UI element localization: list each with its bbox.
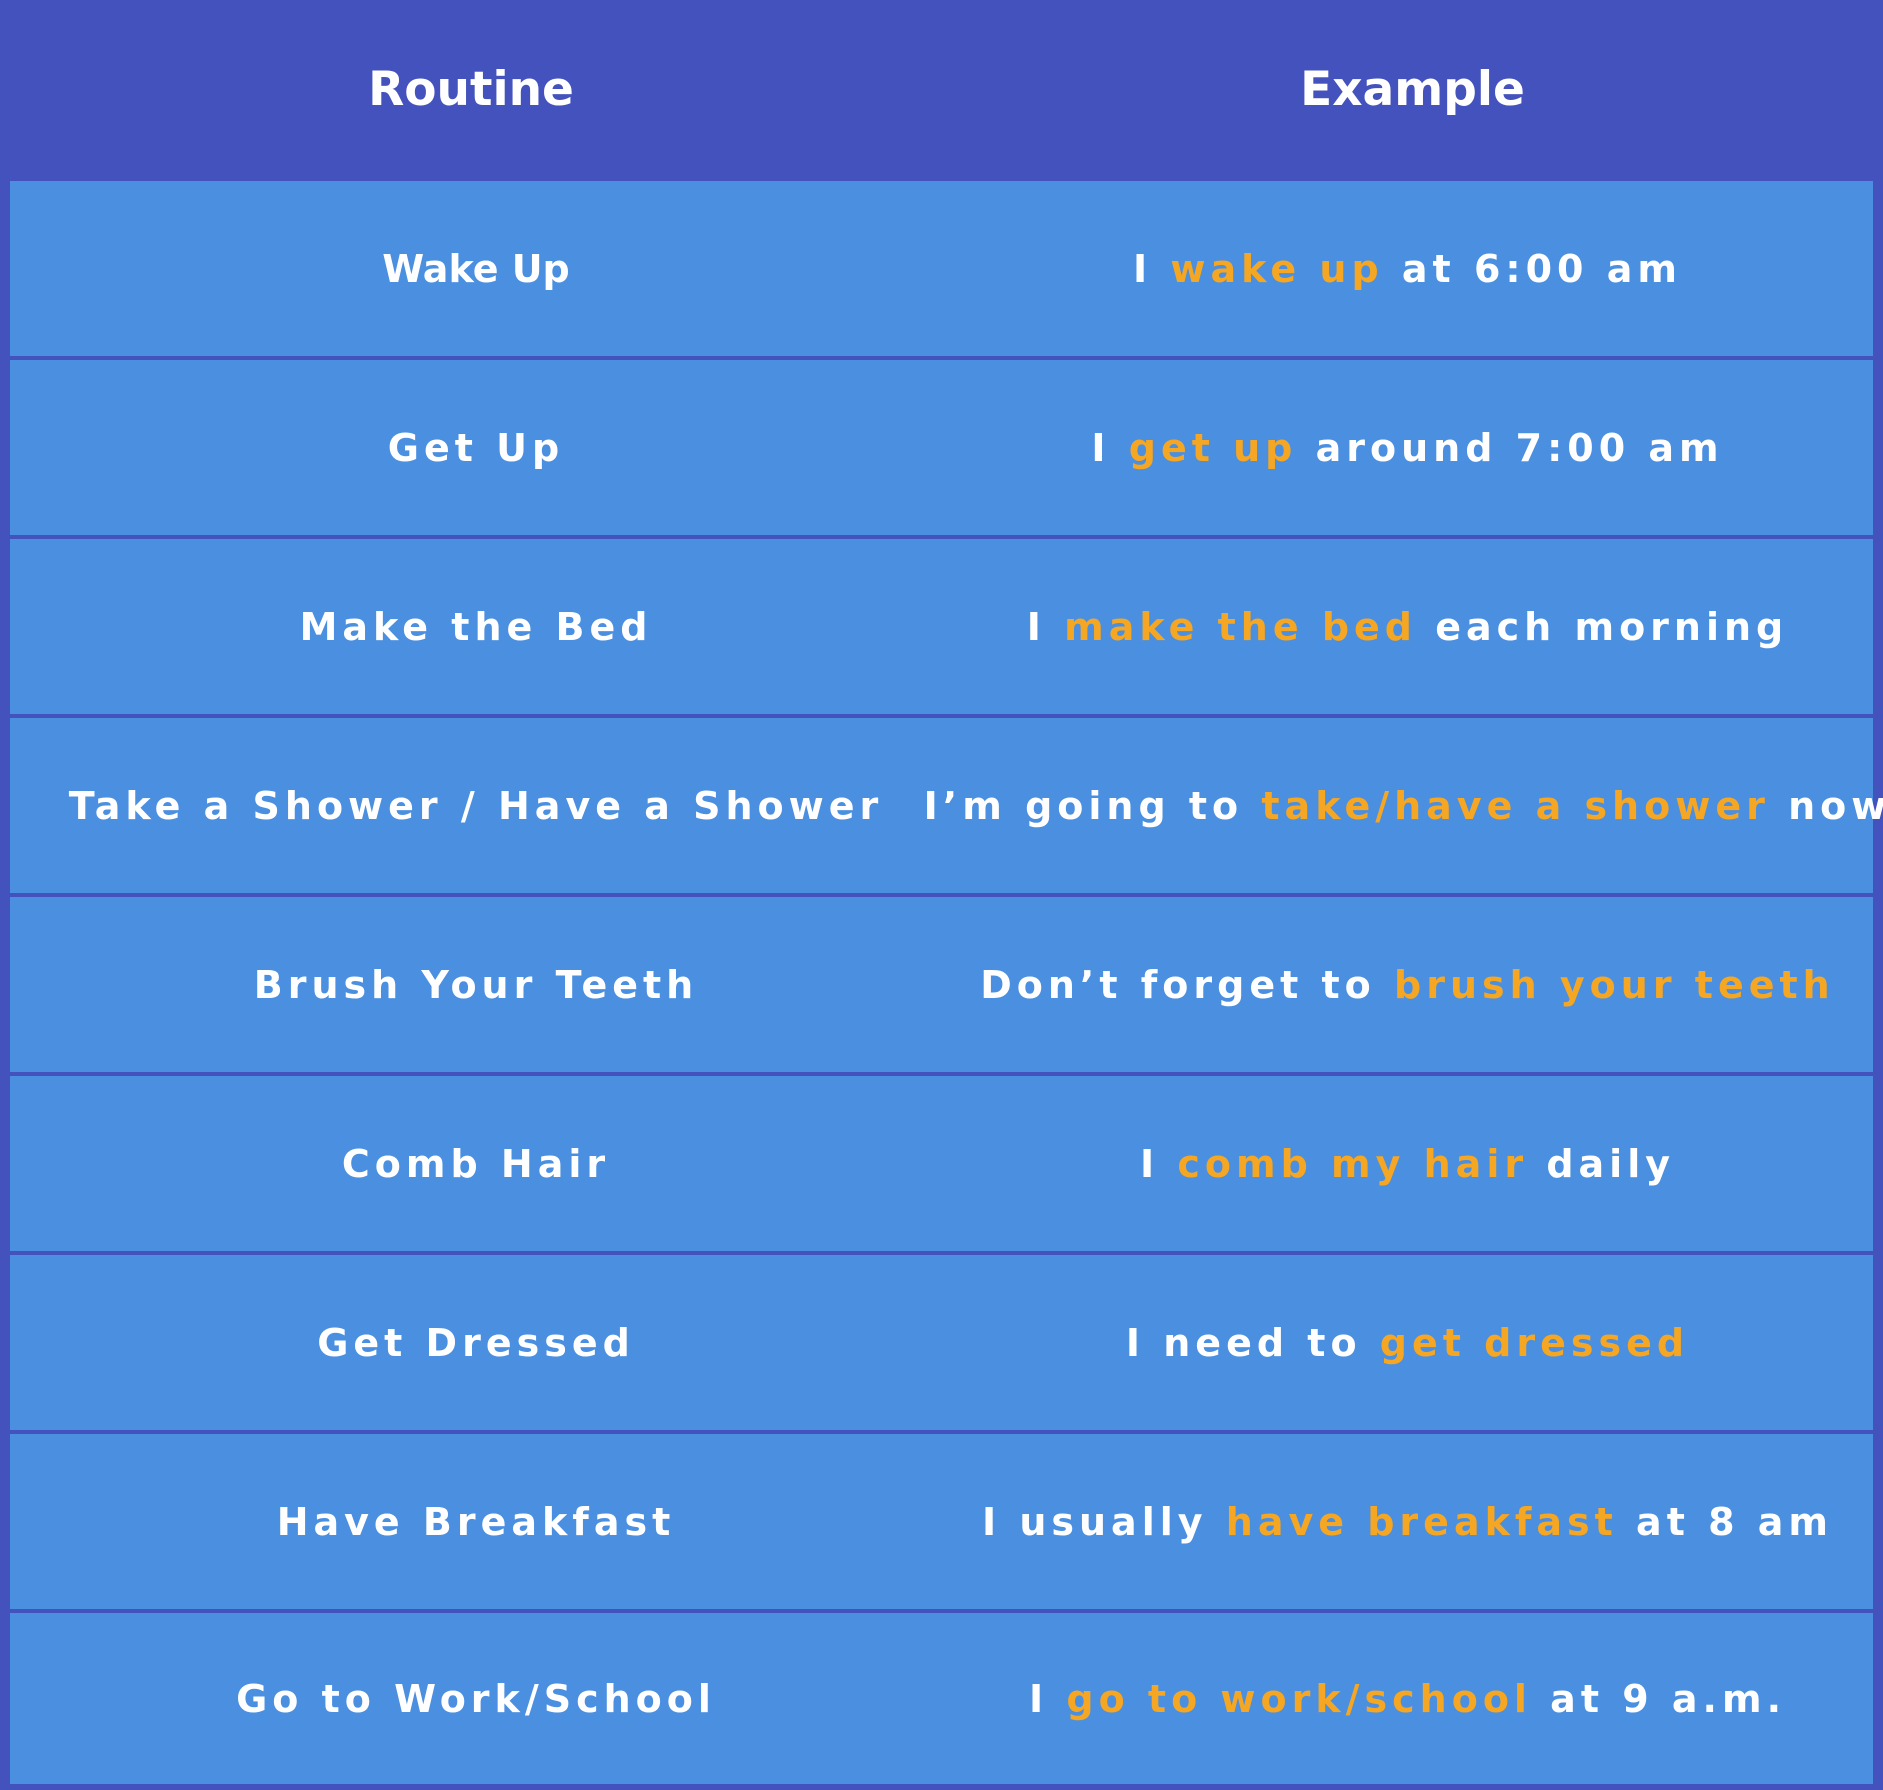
example-before: I (1133, 246, 1171, 291)
example-before: I’m going to (923, 783, 1262, 828)
example-highlight: brush your teeth (1394, 962, 1835, 1007)
routine-text: Comb Hair (341, 1141, 611, 1186)
header-example: Example (1300, 61, 1525, 117)
routine-cell: Comb Hair (10, 1076, 942, 1251)
example-after: each morning (1417, 604, 1789, 649)
routine-text: Have Breakfast (276, 1499, 676, 1544)
example-after: now (1769, 783, 1883, 828)
example-before: I (1140, 1141, 1178, 1186)
table-row: Take a Shower / Have a Shower I’m going … (10, 718, 1883, 893)
example-before: I (1029, 1676, 1067, 1721)
routine-text: Take a Shower / Have a Shower (68, 783, 884, 828)
example-highlight: have breakfast (1225, 1499, 1618, 1544)
example-cell: I comb my hair daily (942, 1076, 1873, 1251)
example-highlight: go to work/school (1066, 1676, 1532, 1721)
example-cell: I make the bed each morning (942, 539, 1873, 714)
table-row: Get Dressed I need to get dressed (10, 1255, 1873, 1430)
example-before: I usually (981, 1499, 1226, 1544)
example-after: at 6:00 am (1383, 246, 1682, 291)
example-highlight: take/have a shower (1261, 783, 1770, 828)
example-after: at 9 a.m. (1531, 1676, 1786, 1721)
routine-cell: Brush Your Teeth (10, 897, 942, 1072)
example-before: I (1026, 604, 1065, 649)
example-before: I need to (1125, 1320, 1380, 1365)
routine-text: Get Up (387, 425, 565, 470)
table-header: Routine Example (0, 0, 1883, 178)
example-cell: I usually have breakfast at 8 am (942, 1434, 1873, 1609)
table-row: Comb Hair I comb my hair daily (10, 1076, 1873, 1251)
example-cell: I’m going to take/have a shower now (924, 718, 1883, 893)
routine-cell: Have Breakfast (10, 1434, 942, 1609)
routine-text: Get Dressed (317, 1320, 635, 1365)
example-before: I (1091, 425, 1129, 470)
routine-text: Make the Bed (299, 604, 653, 649)
table-row: Have Breakfast I usually have breakfast … (10, 1434, 1873, 1609)
routine-cell: Make the Bed (10, 539, 942, 714)
routine-cell: Get Dressed (10, 1255, 942, 1430)
example-cell: I go to work/school at 9 a.m. (942, 1613, 1873, 1784)
example-before: Don’t forget to (980, 962, 1395, 1007)
example-after: daily (1528, 1141, 1675, 1186)
table-row: Make the Bed I make the bed each morning (10, 539, 1873, 714)
routine-text: Wake Up (382, 246, 570, 291)
example-after: around 7:00 am (1297, 425, 1724, 470)
example-cell: I ​wake up at 6:00 am (942, 181, 1873, 356)
table-row: Wake Up I ​wake up at 6:00 am (10, 181, 1873, 356)
routine-cell: Take a Shower / Have a Shower (10, 718, 942, 893)
example-highlight: wake up (1170, 246, 1384, 291)
example-cell: Don’t forget to brush your teeth (942, 897, 1873, 1072)
table-row: Brush Your Teeth Don’t forget to brush y… (10, 897, 1873, 1072)
routine-cell: Go to Work/School (10, 1613, 942, 1784)
example-cell: I need to get dressed (942, 1255, 1873, 1430)
routine-cell: Get Up (10, 360, 942, 535)
example-highlight: comb my hair (1177, 1141, 1529, 1186)
routine-cell: Wake Up (10, 181, 942, 356)
example-highlight: get up (1128, 425, 1298, 470)
table-row: Go to Work/School I go to work/school at… (10, 1613, 1873, 1784)
example-highlight: make the bed (1064, 604, 1418, 649)
example-cell: I get up around 7:00 am (942, 360, 1873, 535)
routine-text: Go to Work/School (236, 1676, 716, 1721)
table-row: Get Up I get up around 7:00 am (10, 360, 1873, 535)
header-routine: Routine (368, 61, 574, 117)
routine-table: Routine Example Wake Up I ​wake up at 6:… (0, 0, 1883, 1790)
routine-text: Brush Your Teeth (253, 962, 699, 1007)
example-after: at 8 am (1617, 1499, 1834, 1544)
example-highlight: get dressed (1379, 1320, 1690, 1365)
